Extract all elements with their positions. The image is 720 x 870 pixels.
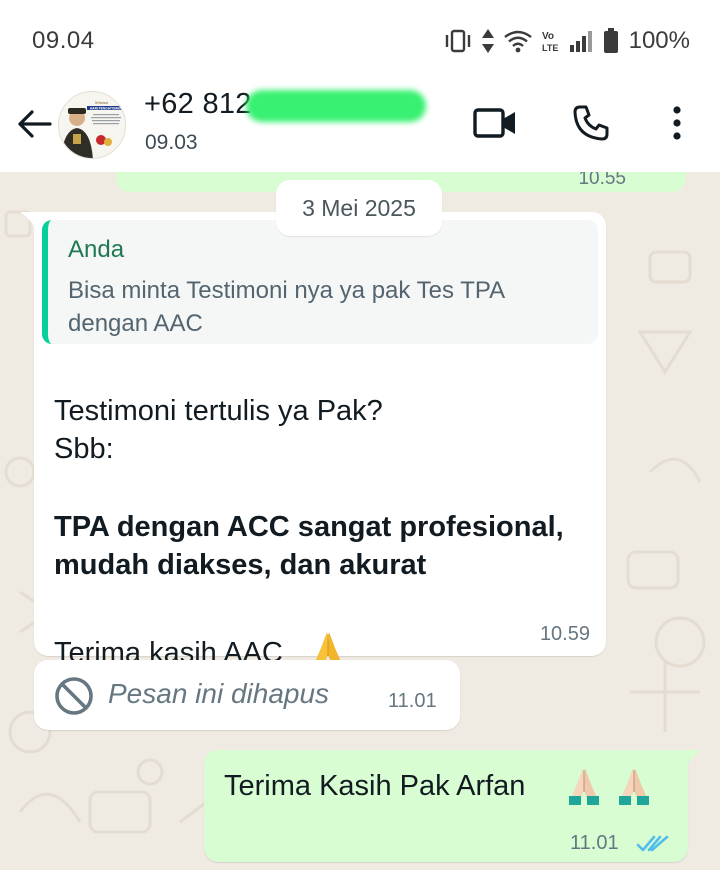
avatar-image: Selamat HARI PENGAYOMAN [59,92,125,158]
quote-text: Bisa minta Testimoni nya ya pak Tes TPA … [68,277,504,337]
folded-hands-emoji [619,768,649,805]
svg-text:Vo: Vo [542,31,554,42]
deleted-message[interactable]: Pesan ini dihapus 11.01 [34,660,460,730]
message-time: 10.55 [578,172,626,189]
avatar[interactable]: Selamat HARI PENGAYOMAN [58,91,126,159]
status-icons: Vo LTE 100% [443,26,690,56]
chat-header: Selamat HARI PENGAYOMAN +62 812 09.03 [0,80,720,172]
bubble-tail [686,750,702,768]
svg-text:LTE: LTE [542,43,558,53]
signal-icon [569,31,592,52]
message-text: Terima Kasih Pak Arfan [224,770,526,802]
message-line: Sbb: [54,433,114,465]
phone-icon [573,105,609,141]
more-options-button[interactable] [652,98,702,148]
message-line: Testimoni tertulis ya Pak? [54,395,383,427]
svg-text:Selamat: Selamat [95,100,109,105]
folded-hands-emoji [569,768,599,805]
outgoing-message[interactable]: Terima Kasih Pak Arfan 11.01 [204,750,688,862]
message-time: 11.01 [570,832,619,854]
contact-name[interactable]: +62 812 [144,88,252,121]
double-check-icon [636,835,669,852]
redacted-number-blur [246,90,426,122]
deleted-text: Pesan ini dihapus [108,678,330,709]
status-bar: 09.04 Vo LTE 100% [0,0,720,80]
video-call-button[interactable] [470,98,520,148]
voice-call-button[interactable] [566,98,616,148]
battery-percent: 100% [628,27,690,54]
wifi-icon [503,30,532,53]
message-time: 11.01 [388,690,437,712]
last-seen: 09.03 [145,131,198,154]
incoming-message[interactable]: Anda Bisa minta Testimoni nya ya pak Tes… [34,212,606,669]
message-time: 10.59 [539,623,590,645]
video-call-icon [473,108,515,138]
blocked-icon [55,677,93,715]
chat-area[interactable]: 10.55 Anda Bisa minta Testimoni nya ya p… [0,172,720,870]
data-arrows-icon [481,29,494,53]
quote-author: Anda [68,236,125,263]
date-chip: 3 Mei 2025 [276,180,442,236]
message-bold-line: mudah diakses, dan akurat [54,549,427,581]
more-vert-icon [673,106,681,140]
message-bold-line: TPA dengan ACC sangat profesional, [54,511,564,543]
battery-icon [603,28,618,53]
status-time: 09.04 [32,27,95,54]
quoted-message[interactable]: Anda Bisa minta Testimoni nya ya pak Tes… [42,220,598,344]
vibrate-icon [445,29,470,53]
back-button[interactable] [12,102,56,146]
back-arrow-icon [18,110,52,138]
volte-icon: Vo LTE [542,31,558,53]
avatar-label: HARI PENGAYOMAN [90,106,122,110]
